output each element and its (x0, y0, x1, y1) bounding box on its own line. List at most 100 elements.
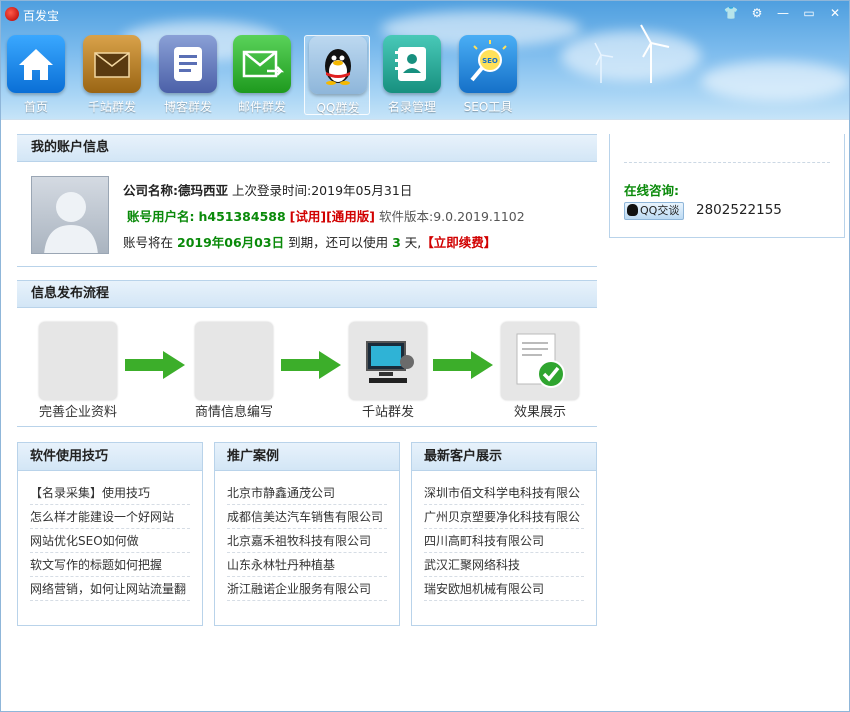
list-item[interactable]: 网络营销，如何让网站流量翻 (30, 577, 190, 601)
arrow-right-icon (433, 351, 493, 379)
last-login-label: 上次登录时间: (232, 183, 312, 198)
version-value: 9.0.2019.1102 (433, 209, 525, 224)
step-label: 完善企业资料 (38, 405, 117, 420)
wind-turbine-icon (594, 24, 670, 83)
cases-panel: 推广案例 北京市静鑫通茂公司 成都信美达汽车销售有限公司 北京嘉禾祖牧科技有限公… (214, 442, 400, 626)
cases-panel-title: 推广案例 (215, 443, 399, 471)
step-label: 效果展示 (513, 405, 566, 420)
qq-chat-button[interactable]: QQ交谈 (624, 202, 685, 220)
tips-panel: 软件使用技巧 【名录采集】使用技巧 怎么样才能建设一个好网站 网站优化SEO如何… (17, 442, 203, 626)
toolbar-qq-mass-post[interactable]: QQ群发 (304, 35, 370, 115)
step-result-display[interactable] (501, 322, 579, 400)
list-item[interactable]: 网站优化SEO如何做 (30, 529, 190, 553)
username-line: 账号用户名: h451384588 [试用][通用版] 软件版本:9.0.201… (127, 206, 525, 225)
username-value: h451384588 (198, 209, 286, 224)
last-login-value: 2019年05月31日 (311, 183, 413, 198)
list-item[interactable]: 软文写作的标题如何把握 (30, 553, 190, 577)
computer-icon (366, 341, 414, 383)
expire-date: 2019年06月03日 (177, 235, 285, 250)
renew-link[interactable]: 【立即续费】 (421, 235, 496, 250)
toolbar-label: QQ群发 (316, 101, 360, 115)
list-item[interactable]: 北京嘉禾祖牧科技有限公司 (227, 529, 387, 553)
divider (17, 266, 597, 267)
consult-label: 在线咨询: (624, 183, 679, 198)
trial-badge: [试用] (289, 209, 327, 224)
customers-panel-title: 最新客户展示 (412, 443, 596, 471)
toolbar-seo-tools[interactable]: SEO SEO工具 (455, 35, 521, 115)
contacts-icon (383, 35, 441, 93)
step-business-info[interactable] (195, 322, 273, 400)
toolbar-label: 首页 (23, 100, 48, 114)
company-name: 德玛西亚 (178, 183, 229, 198)
mail-forward-icon (233, 35, 291, 93)
expire-line: 账号将在 2019年06月03日 到期，还可以使用 3 天,【立即续费】 (123, 232, 496, 251)
tips-panel-title: 软件使用技巧 (18, 443, 202, 471)
header: 百发宝 👕 ⚙ — ▭ ✕ 首页 千站群发 博客群发 邮件群发 QQ群发 名录管… (1, 1, 849, 119)
qq-penguin-icon (309, 36, 367, 94)
minimize-icon[interactable]: — (771, 4, 795, 22)
arrow-right-icon (281, 351, 341, 379)
toolbar-blog-mass-post[interactable]: 博客群发 (155, 35, 221, 115)
qq-penguin-icon (627, 204, 638, 216)
toolbar-email-mass-post[interactable]: 邮件群发 (229, 35, 295, 115)
account-panel-title: 我的账户信息 (17, 134, 597, 162)
list-item[interactable]: 浙江融诺企业服务有限公司 (227, 577, 387, 601)
toolbar-home[interactable]: 首页 (3, 35, 69, 115)
days-left: 3 (392, 235, 401, 250)
toolbar-directory-manage[interactable]: 名录管理 (379, 35, 445, 115)
toolbar-label: 博客群发 (163, 100, 212, 114)
list-item[interactable]: 北京市静鑫通茂公司 (227, 481, 387, 505)
version-label: 软件版本: (379, 209, 434, 224)
list-item[interactable]: 怎么样才能建设一个好网站 (30, 505, 190, 529)
toolbar-label: 名录管理 (387, 100, 436, 114)
document-icon (159, 35, 217, 93)
toolbar-label: SEO工具 (463, 100, 513, 114)
divider (17, 426, 597, 427)
document-check-icon (516, 333, 565, 388)
customers-panel: 最新客户展示 深圳市佰文科学电科技有限公 广州贝京塑要净化科技有限公 四川高町科… (411, 442, 597, 626)
qq-number: 2802522155 (696, 202, 782, 218)
days-unit: 天, (404, 235, 422, 250)
step-mass-post[interactable] (349, 322, 427, 400)
list-item[interactable]: 瑞安欧旭机械有限公司 (424, 577, 584, 601)
seo-bulb-icon: SEO (459, 35, 517, 93)
list-item[interactable]: 广州贝京塑要净化科技有限公 (424, 505, 584, 529)
user-silhouette-icon (44, 192, 98, 253)
app-title: 百发宝 (23, 9, 60, 23)
expire-prefix: 账号将在 (123, 235, 174, 250)
edition-badge: [通用版] (326, 209, 376, 224)
expire-middle: 到期，还可以使用 (288, 235, 389, 250)
qq-chat-label: QQ交谈 (640, 204, 680, 217)
gear-icon[interactable]: ⚙ (745, 4, 769, 22)
svg-text:SEO: SEO (482, 57, 498, 65)
list-item[interactable]: 四川高町科技有限公司 (424, 529, 584, 553)
step-label: 商情信息编写 (194, 405, 273, 420)
envelope-icon (83, 35, 141, 93)
app-logo-icon (5, 7, 19, 21)
list-item[interactable]: 成都信美达汽车销售有限公司 (227, 505, 387, 529)
consult-panel: 在线咨询: QQ交谈 2802522155 (609, 134, 845, 238)
list-item[interactable]: 【名录采集】使用技巧 (30, 481, 190, 505)
close-icon[interactable]: ✕ (823, 4, 847, 22)
company-line: 公司名称:德玛西亚 上次登录时间:2019年05月31日 (123, 180, 412, 199)
list-item[interactable]: 武汉汇聚网络科技 (424, 553, 584, 577)
arrow-right-icon (125, 351, 185, 379)
step-company-profile[interactable] (39, 322, 117, 400)
username-label: 账号用户名: (127, 209, 195, 224)
main-content: 我的账户信息 公司名称:德玛西亚 上次登录时间:2019年05月31日 账号用户… (1, 119, 849, 711)
shirt-icon[interactable]: 👕 (719, 4, 743, 22)
company-label: 公司名称: (123, 183, 178, 198)
avatar (31, 176, 109, 254)
title-bar: 百发宝 👕 ⚙ — ▭ ✕ (1, 1, 849, 27)
toolbar-label: 千站群发 (87, 100, 136, 114)
list-item[interactable]: 深圳市佰文科学电科技有限公 (424, 481, 584, 505)
toolbar-label: 邮件群发 (237, 100, 286, 114)
flow-panel-title: 信息发布流程 (17, 280, 597, 308)
list-item[interactable]: 山东永林牡丹种植基 (227, 553, 387, 577)
step-label: 千站群发 (361, 405, 414, 420)
app-window: 百发宝 👕 ⚙ — ▭ ✕ 首页 千站群发 博客群发 邮件群发 QQ群发 名录管… (0, 0, 850, 712)
home-icon (7, 35, 65, 93)
maximize-icon[interactable]: ▭ (797, 4, 821, 22)
divider (624, 162, 830, 163)
toolbar-site-mass-post[interactable]: 千站群发 (79, 35, 145, 115)
